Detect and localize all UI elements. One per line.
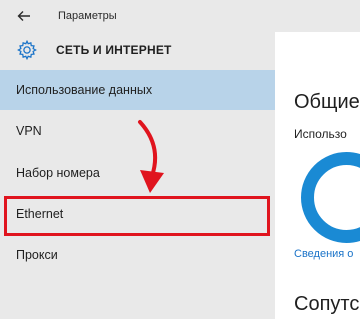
usage-details-link[interactable]: Сведения о [294, 248, 353, 260]
back-arrow-icon[interactable] [16, 8, 32, 24]
sidebar-item-label: Прокси [16, 248, 58, 262]
section-title: СЕТЬ И ИНТЕРНЕТ [56, 43, 172, 57]
window-title: Параметры [58, 10, 117, 22]
sidebar: СЕТЬ И ИНТЕРНЕТ Использование данных VPN… [0, 32, 275, 319]
gear-icon [17, 39, 37, 61]
section-header: СЕТЬ И ИНТЕРНЕТ [0, 32, 275, 70]
usage-label: Использо [294, 127, 347, 141]
sidebar-item-dialup[interactable]: Набор номера [0, 153, 275, 193]
sidebar-item-vpn[interactable]: VPN [0, 111, 275, 151]
sidebar-item-label: Ethernet [16, 207, 64, 221]
data-usage-donut-chart [301, 152, 360, 243]
window-titlebar: Параметры [0, 0, 360, 32]
content-panel: Общие Использо Сведения о Сопутс [275, 68, 360, 319]
sidebar-item-ethernet[interactable]: Ethernet [0, 194, 275, 234]
sidebar-item-label: VPN [16, 124, 42, 138]
sidebar-item-label: Набор номера [16, 166, 100, 180]
related-settings-heading: Сопутс [294, 293, 360, 315]
sidebar-item-data-usage[interactable]: Использование данных [0, 70, 275, 110]
sidebar-item-proxy[interactable]: Прокси [0, 235, 275, 275]
sidebar-item-label: Использование данных [16, 83, 153, 97]
content-heading: Общие [294, 91, 360, 113]
